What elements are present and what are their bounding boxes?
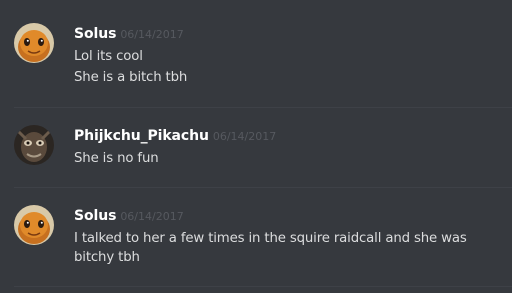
message-author[interactable]: Solus 06/14/2017 [74,26,184,42]
message-divider [14,107,512,108]
message-timestamp: 06/14/2017 [120,210,184,223]
author-name[interactable]: Solus [74,26,116,42]
message-text: She is no fun [74,151,159,166]
message-divider [14,286,512,287]
author-name[interactable]: Solus [74,208,116,224]
user-avatar[interactable] [14,205,54,245]
message-text: I talked to her a few times in the squir… [74,231,467,246]
message-divider [14,187,512,188]
message-timestamp: 06/14/2017 [212,130,277,143]
message-text: She is a bitch tbh [74,70,188,85]
message-author[interactable]: Solus 06/14/2017 [74,208,184,224]
message-timestamp: 06/14/2017 [120,28,184,41]
user-avatar[interactable] [14,23,54,63]
message-author[interactable]: Phijkchu_Pikachu 06/14/2017 [74,128,276,144]
chat-messages: Solus 06/14/2017 Lol its cool She is a bi… [0,0,512,293]
author-name[interactable]: Phijkchu_Pikachu [74,128,209,144]
user-avatar[interactable] [14,125,54,165]
message-text: Lol its cool [74,49,143,64]
message-text: bitchy tbh [74,250,140,265]
dark-face-avatar-icon [14,125,54,165]
charmander-avatar-icon [14,205,54,245]
charmander-avatar-icon [14,23,54,63]
